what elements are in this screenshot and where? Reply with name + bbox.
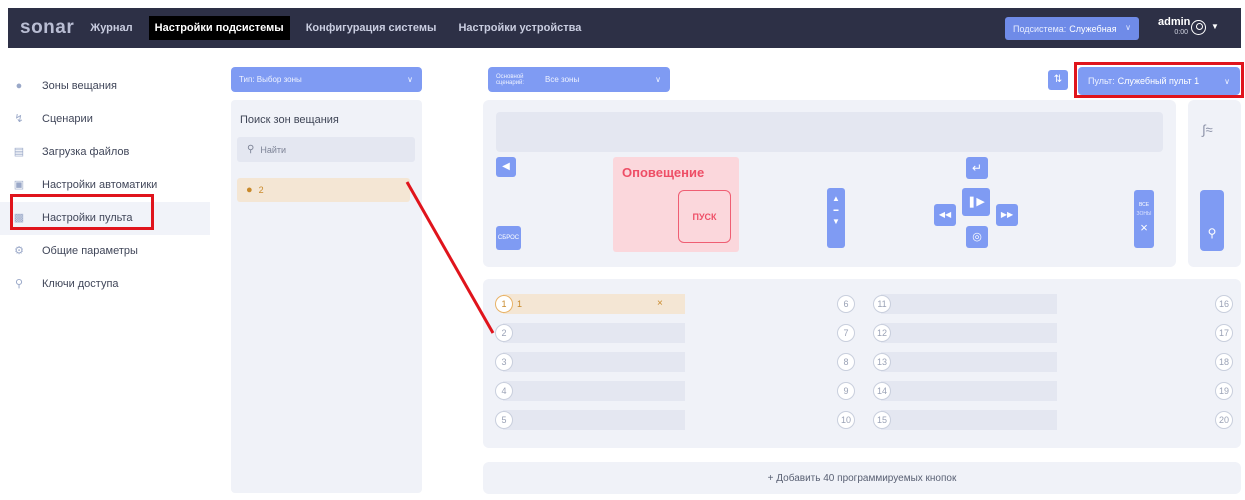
annotation-arrow	[405, 181, 495, 334]
annotation-arrow-line	[405, 181, 495, 334]
